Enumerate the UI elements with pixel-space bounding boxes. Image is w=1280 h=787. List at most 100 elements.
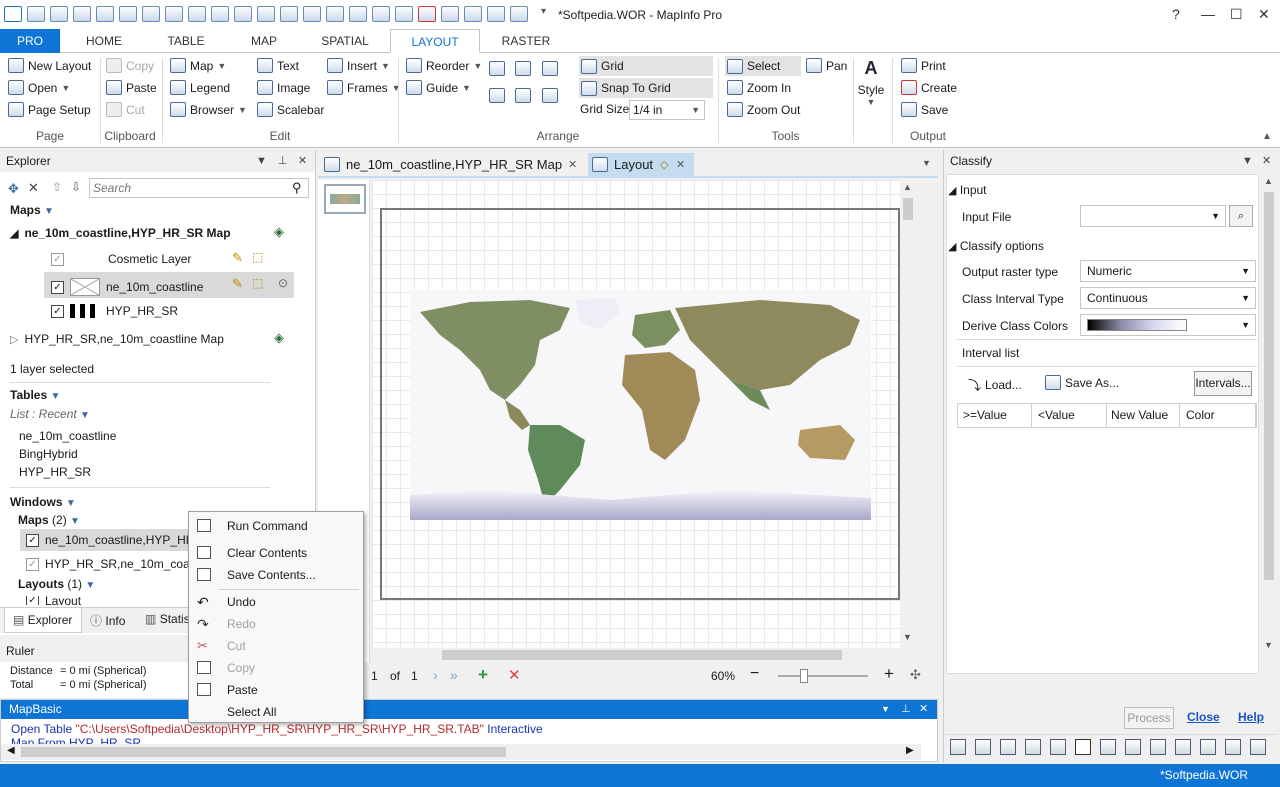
interval-type-select[interactable]: Continuous ▼	[1080, 287, 1256, 309]
scalebar-button[interactable]: Scalebar	[257, 102, 324, 117]
zoom-in-button[interactable]: Zoom In	[727, 80, 791, 95]
table-item[interactable]: ne_10m_coastline	[19, 429, 116, 443]
window-checkbox[interactable]: ✓	[26, 557, 39, 571]
table-item[interactable]: BingHybrid	[19, 447, 78, 461]
cut-button[interactable]: Cut	[106, 102, 145, 117]
menu-redo[interactable]: ↷ Redo	[189, 613, 363, 635]
minimize-icon[interactable]: —	[1201, 6, 1215, 22]
search-icon[interactable]: ⚲	[292, 180, 302, 196]
scroll-left-icon[interactable]: ◀	[7, 745, 15, 756]
window-layout-item[interactable]: ✓ Layout	[26, 596, 81, 605]
align-right-icon[interactable]	[489, 88, 505, 103]
close-panel-icon[interactable]: ✕	[919, 700, 928, 719]
tab-raster[interactable]: RASTER	[490, 29, 562, 53]
layer-visibility-checkbox[interactable]: ✓	[51, 304, 64, 318]
layer-control-icon[interactable]: ◈	[274, 224, 284, 240]
tab-spatial[interactable]: SPATIAL	[308, 29, 382, 53]
pan-tool-button[interactable]: Pan	[806, 58, 847, 73]
tab-home[interactable]: HOME	[68, 29, 140, 53]
pin-icon[interactable]: ⊥	[901, 700, 911, 719]
menu-copy[interactable]: Copy	[189, 657, 363, 679]
panel-menu-icon[interactable]: ▼	[881, 700, 890, 719]
map-frame-button[interactable]: Map ▼	[170, 58, 226, 73]
browse-file-button[interactable]: ⌕	[1229, 205, 1253, 227]
zoom-range-icon[interactable]: ⊙	[278, 276, 288, 290]
text-button[interactable]: Text	[257, 58, 299, 73]
zoom-out-button[interactable]: Zoom Out	[727, 102, 800, 117]
scroll-up-icon[interactable]: ▲	[903, 182, 912, 192]
style-button[interactable]: A Style ▼	[856, 58, 886, 120]
tables-section-header[interactable]: Tables ▼	[10, 388, 60, 402]
zoom-slider-thumb[interactable]	[800, 669, 808, 683]
tab-table[interactable]: TABLE	[150, 29, 222, 53]
maximize-icon[interactable]: ☐	[1230, 6, 1243, 23]
snap-to-grid-toggle[interactable]: Snap To Grid	[579, 78, 713, 98]
align-bottom-icon[interactable]	[515, 88, 531, 103]
classify-options-header[interactable]: ◢ Classify options	[948, 239, 1044, 253]
menu-paste[interactable]: Paste	[189, 679, 363, 701]
tab-info[interactable]: ⓘ Info	[90, 612, 125, 629]
tab-statistics[interactable]: ▥ Statistics	[145, 612, 188, 626]
close-tab-icon[interactable]: ✕	[676, 153, 685, 177]
zoom-slider[interactable]	[778, 675, 868, 677]
menu-undo[interactable]: ↶ Undo	[189, 591, 363, 613]
paste-button[interactable]: Paste	[106, 80, 157, 95]
layer-row-coastline[interactable]: ✓ ne_10m_coastline	[51, 278, 203, 296]
page-setup-button[interactable]: Page Setup	[8, 102, 91, 117]
print-button[interactable]: Print	[901, 58, 946, 73]
zoom-level[interactable]: 60%	[711, 669, 735, 683]
zoom-in-icon[interactable]: +	[884, 664, 894, 684]
add-page-icon[interactable]: +	[478, 665, 488, 685]
page-thumbnail[interactable]	[324, 184, 366, 214]
tab-list-dropdown-icon[interactable]: ▼	[922, 158, 931, 168]
close-window-icon[interactable]: ✕	[1258, 6, 1270, 23]
distribute-icon[interactable]	[542, 88, 558, 103]
layer-visibility-checkbox[interactable]: ✓	[51, 252, 64, 266]
panel-menu-icon[interactable]: ▼	[256, 150, 267, 172]
table-item[interactable]: HYP_HR_SR	[19, 465, 91, 479]
copy-button[interactable]: Copy	[106, 58, 154, 73]
column-header[interactable]: >=Value	[957, 403, 1032, 428]
horizontal-scrollbar[interactable]	[372, 648, 916, 662]
window-maps-group[interactable]: Maps (2) ▼	[18, 513, 80, 527]
color-icon[interactable]	[950, 739, 966, 755]
guide-button[interactable]: Guide ▼	[406, 80, 471, 95]
output-type-select[interactable]: Numeric ▼	[1080, 260, 1256, 282]
column-header[interactable]: New Value	[1105, 403, 1180, 428]
menu-cut[interactable]: ✂ Cut	[189, 635, 363, 657]
mapbasic-line-1[interactable]: Open Table "C:\Users\Softpedia\Desktop\H…	[11, 722, 543, 736]
panel-menu-icon[interactable]: ▼	[1242, 150, 1253, 172]
column-header[interactable]: <Value	[1032, 403, 1107, 428]
zoom-out-icon[interactable]: −	[750, 665, 759, 683]
tab-explorer[interactable]: ▤ Explorer	[4, 608, 82, 633]
input-section-header[interactable]: ◢ Input	[948, 183, 987, 197]
merge-icon[interactable]	[1150, 739, 1166, 755]
contour-icon[interactable]	[1250, 739, 1266, 755]
align-top-icon[interactable]	[515, 61, 531, 76]
menu-clear-contents[interactable]: Clear Contents	[189, 542, 363, 564]
menu-save-contents[interactable]: Save Contents...	[189, 564, 363, 586]
window-layouts-group[interactable]: Layouts (1) ▼	[18, 577, 95, 591]
process-button[interactable]: Process	[1124, 707, 1174, 729]
windows-section-header[interactable]: Windows ▼	[10, 495, 76, 509]
map-window-item[interactable]: ◢ ne_10m_coastline,HYP_HR_SR Map	[10, 226, 231, 240]
fit-page-icon[interactable]: ✣	[910, 667, 921, 683]
map-window-item-2[interactable]: ▷ HYP_HR_SR,ne_10m_coastline Map	[10, 332, 224, 346]
close-link[interactable]: Close	[1187, 710, 1220, 724]
reproject-icon[interactable]	[1200, 739, 1216, 755]
move-up-icon[interactable]: ⇧	[52, 180, 62, 194]
save-as-button[interactable]: Save As...	[1045, 375, 1119, 390]
frames-button[interactable]: Frames ▼	[327, 80, 401, 95]
scroll-up-icon[interactable]: ▲	[1264, 176, 1273, 186]
selectable-icon[interactable]: ⬚	[252, 250, 263, 264]
h-scroll-thumb[interactable]	[442, 650, 842, 660]
scroll-down-icon[interactable]: ▼	[1264, 640, 1273, 650]
close-panel-icon[interactable]: ✕	[298, 150, 307, 172]
scroll-thumb[interactable]	[903, 198, 913, 220]
grid-toggle[interactable]: Grid	[579, 56, 713, 76]
window-checkbox[interactable]: ✓	[26, 596, 39, 605]
tab-map[interactable]: MAP	[228, 29, 300, 53]
move-down-icon[interactable]: ⇩	[71, 180, 81, 194]
vertical-scrollbar[interactable]: ▲ ▼	[900, 180, 916, 648]
doc-tab-map[interactable]: ne_10m_coastline,HYP_HR_SR Map ✕	[320, 153, 586, 177]
